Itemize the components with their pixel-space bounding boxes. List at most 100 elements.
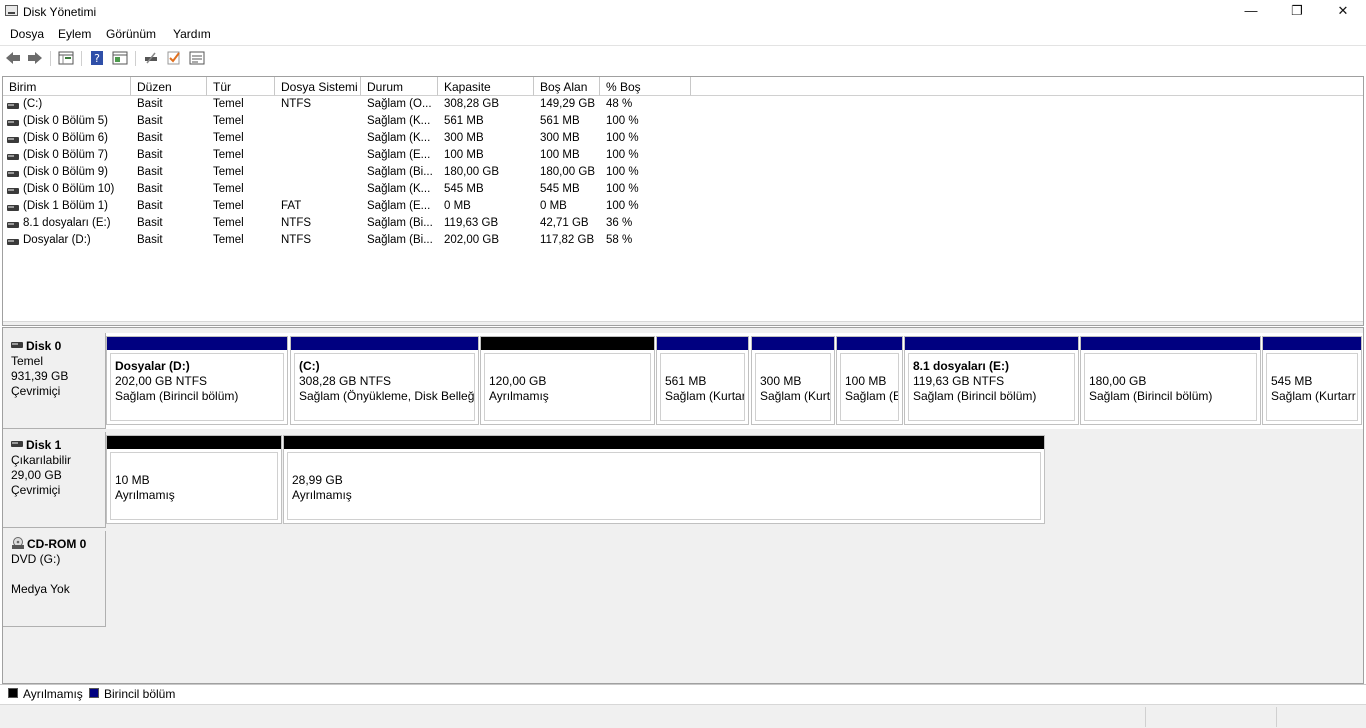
column-header-kapasite[interactable]: Kapasite	[438, 77, 534, 96]
partition-status: Ayrılmamış	[489, 389, 549, 403]
volume-icon	[7, 188, 19, 194]
volume-cell: 180,00 GB	[540, 166, 595, 178]
volume-cell: Basit	[137, 166, 163, 178]
partition-status: Sağlam (Birincil bölüm)	[1089, 389, 1213, 403]
properties-icon[interactable]	[189, 51, 205, 65]
volume-cell: 58 %	[606, 234, 633, 246]
column-header-duzen[interactable]: Düzen	[131, 77, 207, 96]
check-icon[interactable]	[166, 51, 182, 65]
volume-cell[interactable]: 8.1 dosyaları (E:)	[23, 217, 111, 229]
volume-cell: 202,00 GB	[444, 234, 499, 246]
volume-cell: Sağlam (E...	[367, 149, 431, 161]
partition-title: Dosyalar (D:)	[115, 359, 190, 373]
legend-label-unallocated: Ayrılmamış	[23, 687, 83, 701]
column-header-dosya-sistemi[interactable]: Dosya Sistemi	[275, 77, 361, 96]
volume-cell: 561 MB	[540, 115, 580, 127]
partition-box[interactable]: 8.1 dosyaları (E:) 119,63 GB NTFS Sağlam (…	[904, 336, 1079, 425]
disk-0-label[interactable]: Disk 0 Temel 931,39 GB Çevrimiçi	[3, 333, 106, 429]
volume-cell: NTFS	[281, 234, 312, 246]
partition-title	[115, 458, 277, 473]
partition-status: Ayrılmamış	[115, 488, 175, 502]
cdrom-0-name: CD-ROM 0	[27, 537, 87, 551]
volume-cell[interactable]: (Disk 0 Bölüm 7)	[23, 149, 108, 161]
title-bar: Disk Yönetimi — ❐ ✕	[0, 0, 1366, 24]
volume-cell: Sağlam (E...	[367, 200, 431, 212]
volume-list: Birim Düzen Tür Dosya Sistemi Durum Kapa…	[2, 76, 1364, 326]
help-icon[interactable]: ?	[89, 51, 105, 65]
cdrom-0-status: Medya Yok	[11, 582, 70, 596]
restore-button[interactable]: ❐	[1274, 0, 1320, 24]
status-divider	[1145, 707, 1146, 727]
partition-size: 100 MB	[845, 374, 887, 388]
close-button[interactable]: ✕	[1320, 0, 1366, 24]
toolbar: ?	[0, 45, 1366, 70]
column-header-yuzde-bos[interactable]: % Boş	[600, 77, 691, 96]
partition-status: Sağlam (Kurtar	[665, 389, 745, 403]
menu-dosya[interactable]: Dosya	[10, 27, 44, 41]
partition-box[interactable]: 28,99 GB Ayrılmamış	[283, 435, 1045, 524]
partition-info: 300 MB Sağlam (Kurt	[755, 353, 831, 421]
partition-title	[665, 359, 744, 374]
list-resize-bar[interactable]	[3, 321, 1363, 325]
partition-color-bar	[1081, 337, 1260, 350]
partition-box[interactable]: 300 MB Sağlam (Kurt	[751, 336, 835, 425]
volume-icon	[7, 120, 19, 126]
partition-color-bar	[1263, 337, 1361, 350]
forward-arrow-icon[interactable]	[27, 51, 43, 65]
volume-cell: Sağlam (K...	[367, 183, 431, 195]
partition-info: Dosyalar (D:) 202,00 GB NTFS Sağlam (Birin…	[110, 353, 284, 421]
volume-icon	[7, 239, 19, 245]
partition-box[interactable]: 561 MB Sağlam (Kurtar	[656, 336, 749, 425]
menu-yardim[interactable]: Yardım	[173, 27, 211, 41]
partition-info: 10 MB Ayrılmamış	[110, 452, 278, 520]
partition-box[interactable]: Dosyalar (D:) 202,00 GB NTFS Sağlam (Birin…	[106, 336, 288, 425]
volume-cell[interactable]: Dosyalar (D:)	[23, 234, 91, 246]
volume-cell: Temel	[213, 132, 244, 144]
disk-1-label[interactable]: Disk 1 Çıkarılabilir 29,00 GB Çevrimiçi	[3, 432, 106, 528]
volume-cell: Basit	[137, 98, 163, 110]
volume-cell: Temel	[213, 200, 244, 212]
partition-box[interactable]: 180,00 GB Sağlam (Birincil bölüm)	[1080, 336, 1261, 425]
partition-status: Sağlam (E	[845, 389, 899, 403]
partition-box[interactable]: 120,00 GB Ayrılmamış	[480, 336, 655, 425]
volume-cell: 100 %	[606, 132, 639, 144]
partition-box[interactable]: (C:) 308,28 GB NTFS Sağlam (Önyükleme, Dis…	[290, 336, 479, 425]
volume-cell: Temel	[213, 115, 244, 127]
cdrom-0-label[interactable]: CD-ROM 0 DVD (G:) Medya Yok	[3, 531, 106, 627]
minimize-button[interactable]: —	[1228, 0, 1274, 24]
volume-cell[interactable]: (Disk 1 Bölüm 1)	[23, 200, 108, 212]
action-pane-icon[interactable]	[112, 51, 128, 65]
legend-swatch-primary	[89, 688, 99, 698]
partition-color-bar	[837, 337, 902, 350]
volume-cell[interactable]: (Disk 0 Bölüm 5)	[23, 115, 108, 127]
connect-icon[interactable]	[144, 51, 160, 65]
back-arrow-icon[interactable]	[5, 51, 21, 65]
volume-cell[interactable]: (Disk 0 Bölüm 9)	[23, 166, 108, 178]
volume-cell: Sağlam (K...	[367, 132, 431, 144]
partition-box[interactable]: 545 MB Sağlam (Kurtarr	[1262, 336, 1362, 425]
volume-cell[interactable]: (C:)	[23, 98, 42, 110]
volume-cell: 100 MB	[540, 149, 580, 161]
partition-color-bar	[284, 436, 1044, 449]
partition-size: 561 MB	[665, 374, 707, 388]
partition-info: 8.1 dosyaları (E:) 119,63 GB NTFS Sağlam (…	[908, 353, 1075, 421]
menu-gorunum[interactable]: Görünüm	[106, 27, 156, 41]
menu-eylem[interactable]: Eylem	[58, 27, 91, 41]
partition-box[interactable]: 10 MB Ayrılmamış	[106, 435, 282, 524]
volume-icon	[7, 103, 19, 109]
partition-box[interactable]: 100 MB Sağlam (E	[836, 336, 903, 425]
volume-cell: 561 MB	[444, 115, 484, 127]
column-header-birim[interactable]: Birim	[3, 77, 131, 96]
volume-cell: 42,71 GB	[540, 217, 589, 229]
volume-cell[interactable]: (Disk 0 Bölüm 6)	[23, 132, 108, 144]
column-header-bos-alan[interactable]: Boş Alan	[534, 77, 600, 96]
column-header-durum[interactable]: Durum	[361, 77, 438, 96]
column-header-tur[interactable]: Tür	[207, 77, 275, 96]
toolbar-separator	[135, 51, 136, 66]
partition-title	[489, 359, 650, 374]
volume-cell[interactable]: (Disk 0 Bölüm 10)	[23, 183, 114, 195]
partition-size: 180,00 GB	[1089, 374, 1147, 388]
partition-size: 545 MB	[1271, 374, 1313, 388]
volume-cell: 0 MB	[444, 200, 471, 212]
disk-list-icon[interactable]	[58, 51, 74, 65]
